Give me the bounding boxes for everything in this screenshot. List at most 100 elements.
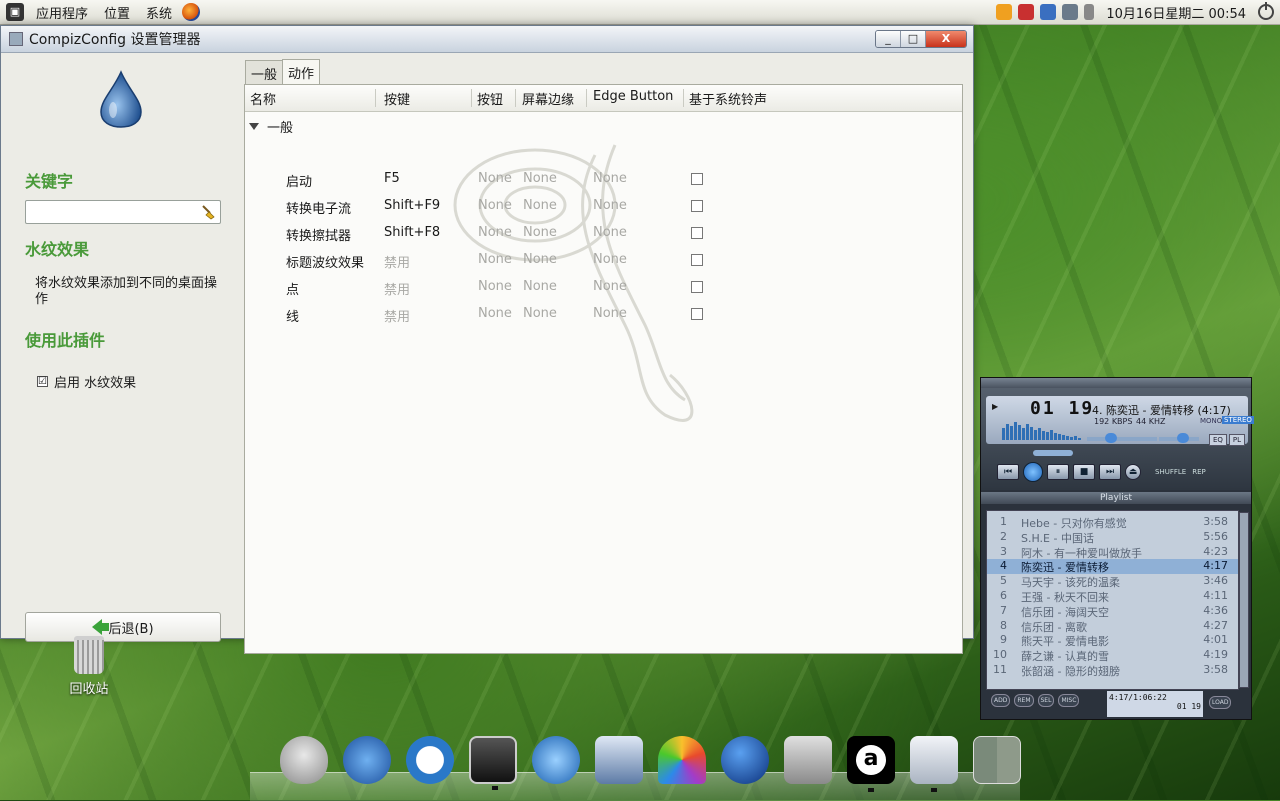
apple-icon[interactable]: [280, 736, 328, 784]
row-edge[interactable]: None: [523, 171, 557, 186]
trash-desktop-icon[interactable]: 回收站: [64, 636, 114, 697]
playlist-title[interactable]: Playlist: [981, 492, 1251, 504]
row-button[interactable]: None: [478, 198, 512, 213]
row-button[interactable]: None: [478, 306, 512, 321]
firefox-icon[interactable]: [182, 3, 201, 21]
playlist-item[interactable]: 2 S.H.E - 中国话 5:56: [987, 530, 1238, 545]
row-edge[interactable]: None: [523, 198, 557, 213]
window-app-icon[interactable]: [9, 32, 23, 46]
update-icon[interactable]: [532, 736, 580, 784]
row-button[interactable]: None: [478, 252, 512, 267]
workspace-switcher-icon[interactable]: [973, 736, 1021, 784]
stop-button[interactable]: ■: [1073, 464, 1095, 480]
table-row[interactable]: 转换电子流 Shift+F9 None None None: [245, 192, 962, 219]
playlist-item[interactable]: 11 张韶涵 - 隐形的翅膀 3:58: [987, 663, 1238, 678]
power-icon[interactable]: [1258, 2, 1274, 20]
table-row[interactable]: 线 禁用 None None None: [245, 300, 962, 327]
playlist-item[interactable]: 9 熊天平 - 爱情电影 4:01: [987, 633, 1238, 648]
input-method-icon[interactable]: [1018, 4, 1035, 20]
settings-manager-icon[interactable]: [910, 736, 958, 792]
row-key[interactable]: 禁用: [384, 306, 410, 325]
row-bell-checkbox[interactable]: [691, 254, 703, 266]
player-titlebar[interactable]: [981, 378, 1251, 388]
row-bell-checkbox[interactable]: [691, 308, 703, 320]
term-icon[interactable]: [406, 736, 454, 784]
menu-system[interactable]: 系统: [138, 3, 180, 22]
minimize-button[interactable]: _: [876, 31, 901, 47]
globe-icon[interactable]: [721, 736, 769, 784]
next-button[interactable]: ⏭: [1099, 464, 1121, 480]
row-key[interactable]: 禁用: [384, 252, 410, 271]
tab-actions[interactable]: 动作: [282, 59, 321, 86]
row-bell-checkbox[interactable]: [691, 200, 703, 212]
playlist-item[interactable]: 7 信乐团 - 海阔天空 4:36: [987, 604, 1238, 619]
window-titlebar[interactable]: CompizConfig 设置管理器 _ □ X: [1, 26, 973, 53]
terminal-icon[interactable]: [469, 736, 517, 790]
row-edge[interactable]: None: [523, 306, 557, 321]
playlist-item-selected[interactable]: 4 陈奕迅 - 爱情转移 4:17: [987, 559, 1238, 574]
select-button[interactable]: SEL: [1037, 694, 1055, 707]
table-row[interactable]: 启动 F5 None None None: [245, 165, 962, 192]
row-key[interactable]: F5: [384, 171, 400, 186]
disk-icon[interactable]: [784, 736, 832, 784]
search-input[interactable]: [25, 200, 221, 224]
keys-icon[interactable]: [996, 4, 1013, 20]
spectrum-visualizer[interactable]: [1002, 420, 1082, 440]
menu-places[interactable]: 位置: [96, 3, 138, 22]
col-button[interactable]: 按钮: [472, 89, 516, 108]
table-row[interactable]: 转换擦拭器 Shift+F8 None None None: [245, 219, 962, 246]
seek-bar[interactable]: [1033, 450, 1073, 456]
close-button[interactable]: X: [926, 31, 966, 47]
row-bell-checkbox[interactable]: [691, 281, 703, 293]
row-edge[interactable]: None: [523, 252, 557, 267]
row-edge-button[interactable]: None: [593, 171, 627, 186]
load-button[interactable]: LOAD: [1209, 696, 1232, 709]
tab-general[interactable]: 一般: [245, 60, 284, 87]
remove-button[interactable]: REM: [1014, 694, 1034, 707]
row-bell-checkbox[interactable]: [691, 173, 703, 185]
prev-button[interactable]: ⏮: [997, 464, 1019, 480]
pause-button[interactable]: ⏸: [1047, 464, 1069, 480]
row-button[interactable]: None: [478, 279, 512, 294]
row-edge-button[interactable]: None: [593, 279, 627, 294]
repeat-toggle[interactable]: REP: [1192, 468, 1206, 476]
col-system-bell[interactable]: 基于系统铃声: [684, 89, 962, 108]
pl-toggle[interactable]: PL: [1228, 434, 1245, 446]
row-edge[interactable]: None: [523, 225, 557, 240]
maximize-button[interactable]: □: [901, 31, 926, 47]
gnome-foot-icon[interactable]: ▣: [6, 3, 24, 21]
playlist-item[interactable]: 1 Hebe - 只对你有感觉 3:58: [987, 515, 1238, 530]
clock[interactable]: 10月16日星期二 00:54: [1100, 3, 1252, 22]
playlist-scrollbar[interactable]: [1239, 512, 1249, 688]
row-edge-button[interactable]: None: [593, 225, 627, 240]
trash-icon[interactable]: [74, 636, 104, 674]
playlist-item[interactable]: 10 薛之谦 - 认真的雪 4:19: [987, 648, 1238, 663]
row-edge-button[interactable]: None: [593, 198, 627, 213]
network-manager-icon[interactable]: [595, 736, 643, 784]
row-key[interactable]: Shift+F9: [384, 198, 440, 213]
row-bell-checkbox[interactable]: [691, 227, 703, 239]
shuffle-toggle[interactable]: SHUFFLE: [1155, 468, 1186, 476]
enable-plugin-checkbox[interactable]: ☑ 启用 水纹效果: [37, 372, 136, 391]
row-button[interactable]: None: [478, 225, 512, 240]
playlist-item[interactable]: 6 王强 - 秋天不回来 4:11: [987, 589, 1238, 604]
photo-icon[interactable]: [658, 736, 706, 784]
misc-button[interactable]: MISC: [1058, 694, 1080, 707]
playlist-item[interactable]: 8 信乐团 - 离歌 4:27: [987, 619, 1238, 634]
col-edge-button[interactable]: Edge Button: [588, 89, 684, 107]
update-notifier-icon[interactable]: [1040, 4, 1057, 20]
table-row[interactable]: 标题波纹效果 禁用 None None None: [245, 246, 962, 273]
expander-triangle-icon[interactable]: [249, 123, 259, 130]
row-button[interactable]: None: [478, 171, 512, 186]
row-edge-button[interactable]: None: [593, 252, 627, 267]
playlist-item[interactable]: 3 阿木 - 有一种爱叫做放手 4:23: [987, 545, 1238, 560]
network-icon[interactable]: [1062, 4, 1079, 20]
table-row[interactable]: 点 禁用 None None None: [245, 273, 962, 300]
play-button[interactable]: [1023, 462, 1043, 482]
row-edge-button[interactable]: None: [593, 306, 627, 321]
col-key[interactable]: 按键: [379, 89, 472, 108]
eject-button[interactable]: ⏏: [1125, 464, 1141, 480]
player-time[interactable]: 01 19: [1030, 398, 1094, 419]
back-button[interactable]: 后退(B): [25, 612, 221, 642]
amarok-icon[interactable]: a: [847, 736, 895, 792]
